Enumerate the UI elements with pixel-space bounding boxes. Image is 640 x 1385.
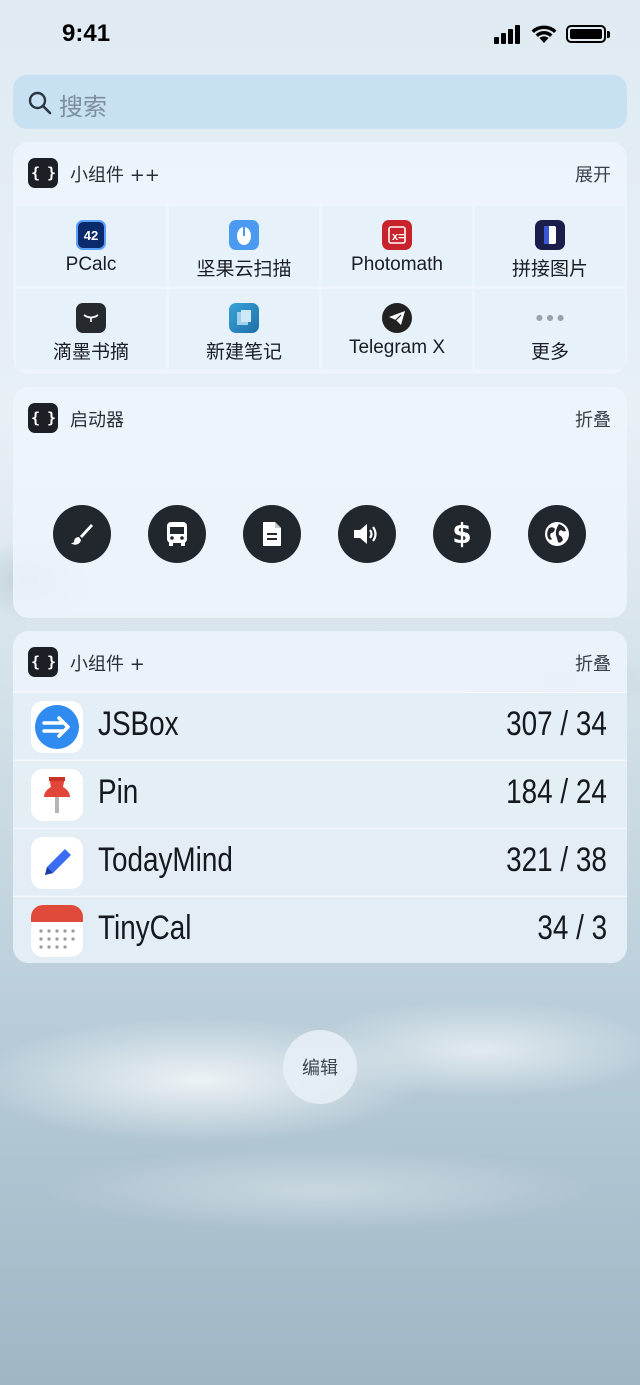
- pcalc-icon: 42: [76, 220, 106, 250]
- battery-icon: [566, 25, 610, 43]
- widget-list-header: { } 小组件 + 折叠: [13, 631, 627, 693]
- bus-icon: [167, 522, 187, 546]
- more-icon: [535, 303, 565, 333]
- row-value: 307 / 34: [506, 705, 607, 743]
- grid-item-more[interactable]: 更多: [475, 289, 625, 369]
- row-value: 34 / 3: [537, 909, 607, 947]
- notes-icon: [229, 303, 259, 333]
- search-bar[interactable]: 搜索: [13, 75, 627, 129]
- search-icon: [28, 91, 52, 115]
- svg-text:$: $: [452, 519, 471, 549]
- grid-item-label: Telegram X: [348, 337, 446, 358]
- grid-item-label: 坚果云扫描: [196, 259, 292, 280]
- braces-icon: { }: [28, 403, 58, 433]
- widget-list-title: 小组件 +: [70, 654, 145, 675]
- jsbox-icon: [31, 701, 83, 753]
- launcher-button-bus[interactable]: [148, 505, 206, 563]
- row-name: JSBox: [98, 705, 179, 743]
- wifi-icon: [531, 25, 557, 43]
- pin-icon: [31, 769, 83, 821]
- grid-item-photomath[interactable]: x= Photomath: [322, 206, 472, 286]
- grid-item-stitch[interactable]: 拼接图片: [475, 206, 625, 286]
- stitch-icon: [535, 220, 565, 250]
- launcher-button-dollar[interactable]: $: [433, 505, 491, 563]
- widget-grid-header: { } 小组件 ++ 展开: [13, 142, 627, 204]
- collapse-button[interactable]: 折叠: [575, 650, 611, 676]
- grid-item-label: PCalc: [65, 254, 117, 275]
- braces-icon: { }: [28, 647, 58, 677]
- grid-item-telegram[interactable]: Telegram X: [322, 289, 472, 369]
- background-mist: [0, 960, 640, 1385]
- search-placeholder: 搜索: [59, 93, 107, 121]
- row-name: TinyCal: [98, 909, 192, 947]
- list-row-todaymind[interactable]: TodayMind 321 / 38: [13, 828, 627, 895]
- grid-item-label: 新建笔记: [205, 342, 282, 363]
- braces-icon: { }: [28, 158, 58, 188]
- grid-item-pcalc[interactable]: 42 PCalc: [16, 206, 166, 286]
- grid-item-label: 更多: [530, 342, 569, 363]
- launcher-button-speaker[interactable]: [338, 505, 396, 563]
- list-row-pin[interactable]: Pin 184 / 24: [13, 760, 627, 827]
- expand-button[interactable]: 展开: [575, 161, 611, 187]
- status-time: 9:41: [62, 20, 111, 47]
- grid-item-notes[interactable]: 新建笔记: [169, 289, 319, 369]
- edit-button-label: 编辑: [302, 1058, 338, 1079]
- photomath-icon: x=: [382, 220, 412, 250]
- row-value: 321 / 38: [506, 841, 607, 879]
- grid-item-label: 滴墨书摘: [52, 342, 129, 363]
- brush-icon: [71, 524, 93, 545]
- row-value: 184 / 24: [506, 773, 607, 811]
- launcher-header: { } 启动器 折叠: [13, 387, 627, 449]
- collapse-button[interactable]: 折叠: [575, 406, 611, 432]
- telegram-icon: [382, 303, 412, 333]
- dimo-icon: [76, 303, 106, 333]
- list-row-jsbox[interactable]: JSBox 307 / 34: [13, 692, 627, 759]
- dollar-icon: $: [452, 519, 471, 549]
- launcher-button-document[interactable]: [243, 505, 301, 563]
- scanner-icon: [229, 220, 259, 250]
- tinycal-icon: [31, 905, 83, 957]
- grid-item-scanner[interactable]: 坚果云扫描: [169, 206, 319, 286]
- todaymind-icon: [31, 837, 83, 889]
- globe-icon: [545, 522, 569, 546]
- widget-grid-title: 小组件 ++: [70, 165, 160, 186]
- widget-list-card: { } 小组件 + 折叠 JSBox 307 / 34 Pin 184 / 24…: [13, 631, 627, 963]
- launcher-card: { } 启动器 折叠 $: [13, 387, 627, 618]
- status-bar: 9:41: [0, 0, 640, 70]
- row-name: TodayMind: [98, 841, 233, 879]
- grid-item-label: Photomath: [351, 254, 443, 275]
- edit-button[interactable]: 编辑: [283, 1030, 357, 1104]
- launcher-title: 启动器: [70, 410, 124, 431]
- launcher-button-globe[interactable]: [528, 505, 586, 563]
- row-name: Pin: [98, 773, 139, 811]
- list-row-tinycal[interactable]: TinyCal 34 / 3: [13, 896, 627, 963]
- launcher-button-brush[interactable]: [53, 505, 111, 563]
- speaker-icon: [354, 524, 377, 544]
- svg-text:x=: x=: [392, 231, 405, 243]
- widget-grid-card: { } 小组件 ++ 展开 42 PCalc 坚果云扫描 x= Photomat…: [13, 142, 627, 374]
- document-icon: [263, 522, 281, 546]
- grid-item-dimo[interactable]: 滴墨书摘: [16, 289, 166, 369]
- grid-item-label: 拼接图片: [511, 259, 588, 280]
- cellular-signal-icon: [494, 24, 524, 44]
- pcalc-icon-text: 42: [83, 227, 99, 243]
